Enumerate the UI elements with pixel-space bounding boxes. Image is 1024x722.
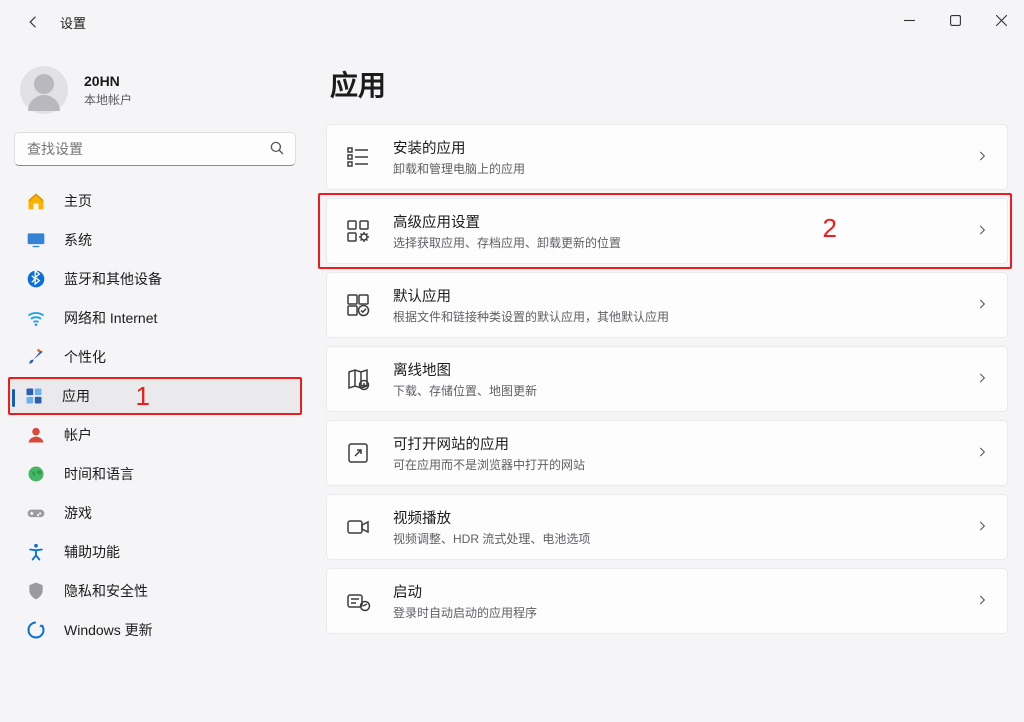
annotation-1: 1 <box>136 381 150 412</box>
bluetooth-icon <box>26 269 46 289</box>
account-block[interactable]: 20HN 本地帐户 <box>8 54 302 132</box>
back-arrow-icon <box>25 13 43 31</box>
list-icon <box>345 144 371 170</box>
nav-label: 主页 <box>64 191 92 211</box>
card-title: 离线地图 <box>393 359 975 380</box>
card-defaults[interactable]: 默认应用根据文件和链接种类设置的默认应用，其他默认应用 <box>326 272 1008 338</box>
nav-label: 蓝牙和其他设备 <box>64 269 162 289</box>
nav-label: 帐户 <box>64 425 92 445</box>
account-name: 20HN <box>84 73 132 89</box>
card-title: 可打开网站的应用 <box>393 433 975 454</box>
card-installed[interactable]: 安装的应用卸载和管理电脑上的应用 <box>326 124 1008 190</box>
close-icon <box>996 15 1007 26</box>
minimize-icon <box>904 15 915 26</box>
shield-icon <box>26 581 46 601</box>
nav-label: 隐私和安全性 <box>64 581 148 601</box>
chevron-right-icon <box>975 519 989 536</box>
nav-label: 应用 <box>62 386 90 406</box>
app-title: 设置 <box>60 13 86 32</box>
nav-label: 游戏 <box>64 503 92 523</box>
card-desc: 卸载和管理电脑上的应用 <box>393 160 975 177</box>
account-type: 本地帐户 <box>84 91 132 108</box>
system-icon <box>26 230 46 250</box>
back-button[interactable] <box>18 6 50 38</box>
card-desc: 可在应用而不是浏览器中打开的网站 <box>393 456 975 473</box>
card-desc: 视频调整、HDR 流式处理、电池选项 <box>393 530 975 547</box>
nav-item-system[interactable]: 系统 <box>12 221 298 259</box>
nav-item-update[interactable]: Windows 更新 <box>12 611 298 649</box>
nav-item-bluetooth[interactable]: 蓝牙和其他设备 <box>12 260 298 298</box>
nav-item-home[interactable]: 主页 <box>12 182 298 220</box>
home-icon <box>26 191 46 211</box>
card-websites[interactable]: 可打开网站的应用可在应用而不是浏览器中打开的网站 <box>326 420 1008 486</box>
nav-item-apps[interactable]: 应用 1 <box>8 377 302 415</box>
card-advanced[interactable]: 高级应用设置选择获取应用、存档应用、卸载更新的位置2 <box>326 198 1008 264</box>
wifi-icon <box>26 308 46 328</box>
access-icon <box>26 542 46 562</box>
card-title: 启动 <box>393 581 975 602</box>
apps-icon <box>24 386 44 406</box>
annotation-2: 2 <box>823 213 837 244</box>
chevron-right-icon <box>975 371 989 388</box>
cards-list: 安装的应用卸载和管理电脑上的应用高级应用设置选择获取应用、存档应用、卸载更新的位… <box>326 124 1008 638</box>
startup-icon <box>345 588 371 614</box>
main-content: 应用 安装的应用卸载和管理电脑上的应用高级应用设置选择获取应用、存档应用、卸载更… <box>310 44 1024 722</box>
nav-item-access[interactable]: 辅助功能 <box>12 533 298 571</box>
open-external-icon <box>345 440 371 466</box>
avatar <box>20 66 68 114</box>
maximize-button[interactable] <box>932 0 978 40</box>
card-desc: 下载、存储位置、地图更新 <box>393 382 975 399</box>
nav-item-network[interactable]: 网络和 Internet <box>12 299 298 337</box>
card-title: 安装的应用 <box>393 137 975 158</box>
close-button[interactable] <box>978 0 1024 40</box>
card-maps[interactable]: 离线地图下载、存储位置、地图更新 <box>326 346 1008 412</box>
nav-item-accounts[interactable]: 帐户 <box>12 416 298 454</box>
chevron-right-icon <box>975 149 989 166</box>
titlebar: 设置 <box>0 0 1024 44</box>
card-title: 视频播放 <box>393 507 975 528</box>
maximize-icon <box>950 15 961 26</box>
nav-label: 时间和语言 <box>64 464 134 484</box>
person-icon <box>26 425 46 445</box>
search-input[interactable] <box>14 132 296 166</box>
nav-list: 主页系统蓝牙和其他设备网络和 Internet 个性化应用 1 帐户时间和语言游戏辅助… <box>8 182 302 649</box>
nav-label: 辅助功能 <box>64 542 120 562</box>
card-startup[interactable]: 启动登录时自动启动的应用程序 <box>326 568 1008 634</box>
gamepad-icon <box>26 503 46 523</box>
update-icon <box>26 620 46 640</box>
nav-item-time[interactable]: 时间和语言 <box>12 455 298 493</box>
nav-label: 网络和 Internet <box>64 308 157 328</box>
video-icon <box>345 514 371 540</box>
brush-icon <box>26 347 46 367</box>
card-video[interactable]: 视频播放视频调整、HDR 流式处理、电池选项 <box>326 494 1008 560</box>
gear-grid-icon <box>345 218 371 244</box>
card-desc: 根据文件和链接种类设置的默认应用，其他默认应用 <box>393 308 975 325</box>
card-title: 默认应用 <box>393 285 975 306</box>
chevron-right-icon <box>975 297 989 314</box>
chevron-right-icon <box>975 593 989 610</box>
sidebar: 20HN 本地帐户 主页系统蓝牙和其他设备网络和 Internet 个性化应用 1 帐… <box>0 44 310 722</box>
check-grid-icon <box>345 292 371 318</box>
minimize-button[interactable] <box>886 0 932 40</box>
card-desc: 选择获取应用、存档应用、卸载更新的位置 <box>393 234 975 251</box>
map-icon <box>345 366 371 392</box>
nav-item-gaming[interactable]: 游戏 <box>12 494 298 532</box>
card-title: 高级应用设置 <box>393 211 975 232</box>
search-wrap <box>14 132 296 166</box>
nav-label: Windows 更新 <box>64 620 153 640</box>
page-title: 应用 <box>330 64 1008 104</box>
card-desc: 登录时自动启动的应用程序 <box>393 604 975 621</box>
window-controls <box>886 0 1024 40</box>
nav-label: 个性化 <box>64 347 106 367</box>
chevron-right-icon <box>975 445 989 462</box>
nav-item-personal[interactable]: 个性化 <box>12 338 298 376</box>
nav-item-privacy[interactable]: 隐私和安全性 <box>12 572 298 610</box>
chevron-right-icon <box>975 223 989 240</box>
nav-label: 系统 <box>64 230 92 250</box>
globe-icon <box>26 464 46 484</box>
